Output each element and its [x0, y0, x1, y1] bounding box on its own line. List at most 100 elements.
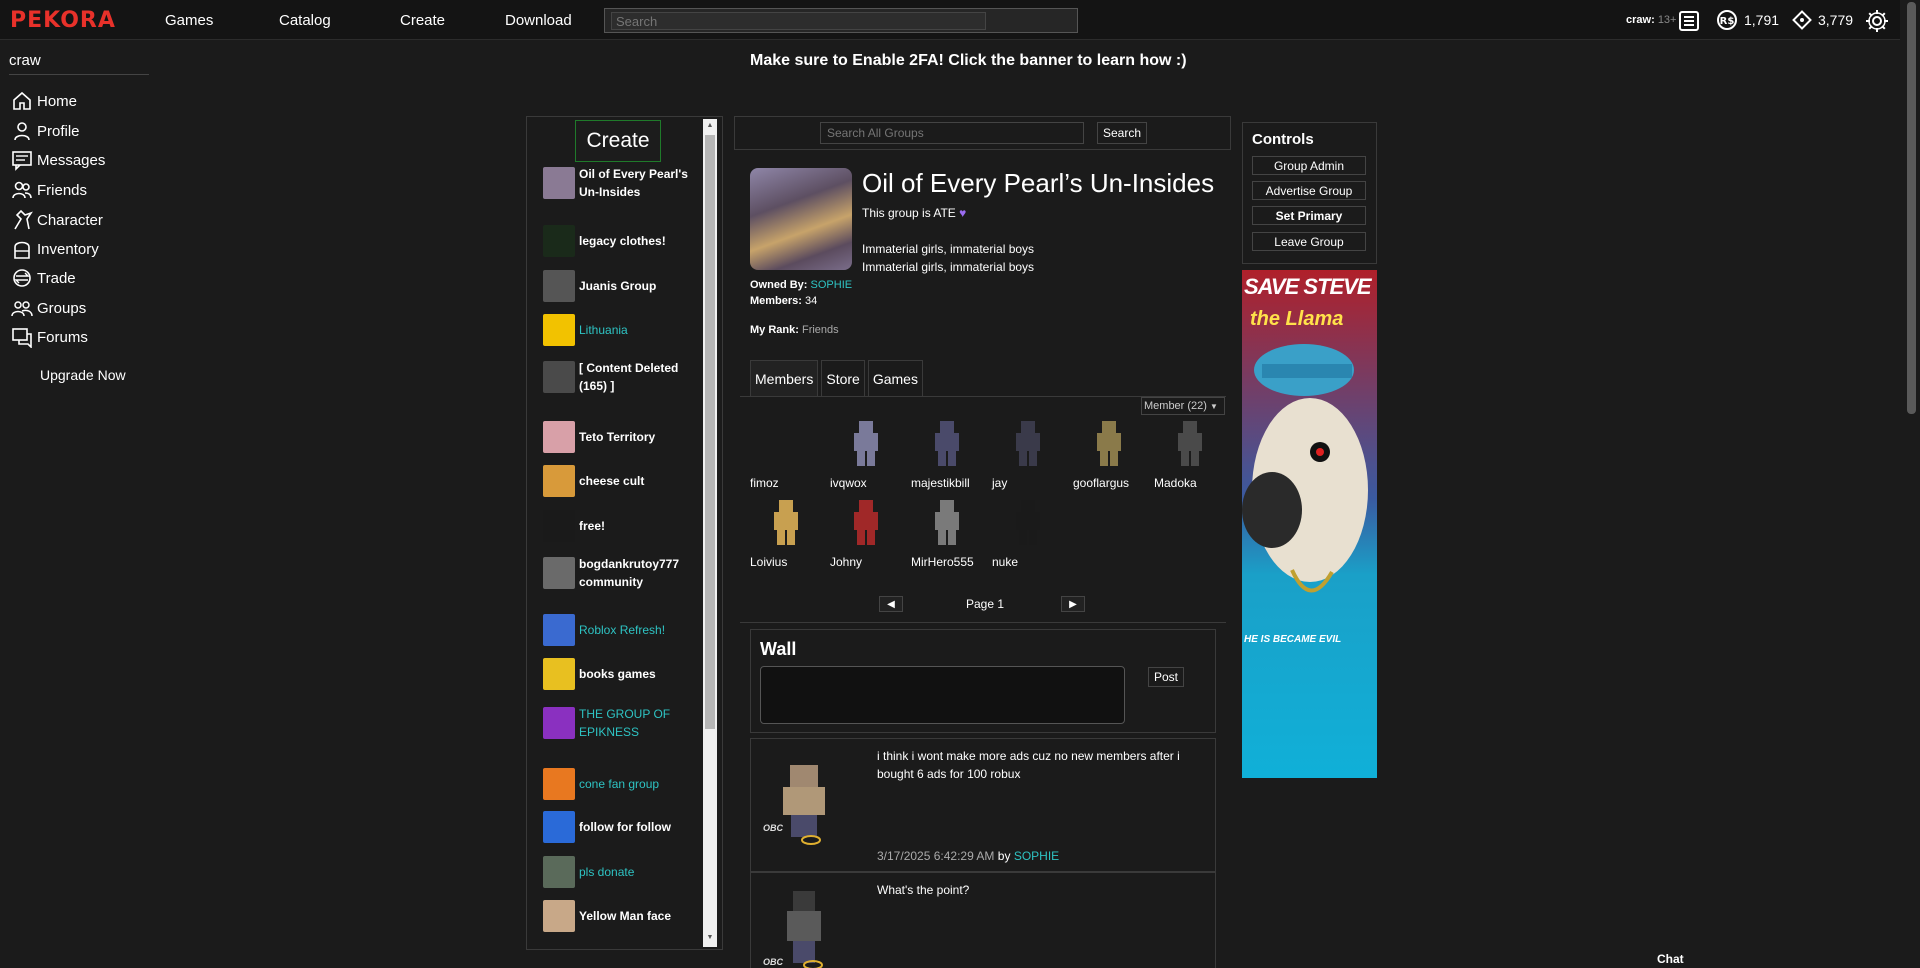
group-list-name[interactable]: Teto Territory	[579, 428, 655, 446]
group-thumbnail[interactable]	[543, 510, 575, 542]
group-list-name[interactable]: legacy clothes!	[579, 232, 666, 250]
prev-page-button[interactable]: ◀	[879, 596, 903, 612]
member-name[interactable]: Loivius	[750, 555, 820, 569]
group-list-item[interactable]: bogdankrutoy777 community	[543, 555, 698, 591]
group-list-name[interactable]: Yellow Man face	[579, 907, 671, 925]
tab-games[interactable]: Games	[867, 360, 923, 396]
member-name[interactable]: gooflargus	[1073, 476, 1143, 490]
sidebar-item-inventory[interactable]: Inventory	[10, 237, 99, 261]
group-list-item[interactable]: Roblox Refresh!	[543, 614, 698, 646]
member-card[interactable]: gooflargus	[1073, 418, 1143, 490]
group-thumbnail[interactable]	[543, 557, 575, 589]
notifications-list-icon[interactable]	[1678, 10, 1700, 35]
member-card[interactable]: Johny	[830, 497, 900, 569]
group-list-name[interactable]: cone fan group	[579, 775, 659, 793]
post-author-link[interactable]: SOPHIE	[1014, 849, 1059, 863]
tab-members[interactable]: Members	[750, 360, 819, 396]
group-thumbnail[interactable]	[543, 225, 575, 257]
top-username[interactable]: craw: 13+	[1626, 14, 1676, 26]
group-admin-button[interactable]: Group Admin	[1252, 156, 1366, 175]
group-list-name[interactable]: [ Content Deleted (165) ]	[579, 359, 678, 395]
sidebar-username[interactable]: craw	[9, 52, 41, 69]
member-name[interactable]: jay	[992, 476, 1062, 490]
member-card[interactable]: MirHero555	[911, 497, 981, 569]
group-list-name[interactable]: Roblox Refresh!	[579, 621, 665, 639]
group-list-item[interactable]: Oil of Every Pearl's Un-Insides	[543, 165, 698, 201]
member-card[interactable]: fimoz	[750, 418, 820, 490]
member-avatar[interactable]	[1002, 497, 1054, 549]
member-card[interactable]: Loivius	[750, 497, 820, 569]
group-thumbnail[interactable]	[543, 465, 575, 497]
member-avatar[interactable]	[921, 497, 973, 549]
sidebar-item-trade[interactable]: Trade	[10, 266, 76, 290]
owner-link[interactable]: SOPHIE	[811, 279, 853, 291]
sidebar-item-forums[interactable]: Forums	[10, 325, 88, 349]
group-list-name[interactable]: cheese cult	[579, 472, 644, 490]
group-thumbnail[interactable]	[543, 167, 575, 199]
tickets-icon[interactable]	[1791, 9, 1813, 34]
member-avatar[interactable]	[760, 418, 812, 470]
group-list-item[interactable]: cheese cult	[543, 465, 698, 497]
group-list-item[interactable]: Lithuania	[543, 314, 698, 346]
create-group-button[interactable]: Create	[575, 120, 661, 162]
group-thumbnail[interactable]	[543, 614, 575, 646]
group-list-item[interactable]: legacy clothes!	[543, 225, 698, 257]
twofa-banner[interactable]: Make sure to Enable 2FA! Click the banne…	[750, 52, 1187, 70]
group-list-item[interactable]: [ Content Deleted (165) ]	[543, 359, 698, 395]
robux-icon[interactable]: R$	[1716, 9, 1738, 34]
scroll-up-arrow[interactable]: ▲	[705, 121, 715, 131]
scroll-thumb[interactable]	[705, 135, 715, 729]
group-list-item[interactable]: Teto Territory	[543, 421, 698, 453]
group-thumbnail[interactable]	[543, 768, 575, 800]
group-thumbnail[interactable]	[543, 811, 575, 843]
group-list-name[interactable]: pls donate	[579, 863, 634, 881]
member-avatar[interactable]	[1083, 418, 1135, 470]
member-card[interactable]: nuke	[992, 497, 1062, 569]
sidebar-ad[interactable]: SAVE STEVE the Llama HE IS BECAME EVIL	[1242, 270, 1377, 778]
member-card[interactable]: ivqwox	[830, 418, 900, 490]
chat-button[interactable]: Chat	[1657, 952, 1684, 966]
settings-gear-icon[interactable]	[1865, 9, 1889, 36]
member-avatar[interactable]	[1164, 418, 1216, 470]
group-list-name[interactable]: books games	[579, 665, 656, 683]
member-avatar[interactable]	[840, 497, 892, 549]
sidebar-item-home[interactable]: Home	[10, 89, 77, 113]
member-name[interactable]: fimoz	[750, 476, 820, 490]
group-list-item[interactable]: cone fan group	[543, 768, 698, 800]
role-select-dropdown[interactable]: Member (22) ▼	[1141, 397, 1225, 415]
site-logo[interactable]: PEKORA	[10, 8, 116, 33]
member-name[interactable]: ivqwox	[830, 476, 900, 490]
group-list-name[interactable]: Juanis Group	[579, 277, 656, 295]
set-primary-button[interactable]: Set Primary	[1252, 206, 1366, 225]
group-list-name[interactable]: THE GROUP OF EPIKNESS	[579, 705, 670, 741]
group-list-name[interactable]: Lithuania	[579, 321, 628, 339]
group-list-item[interactable]: follow for follow	[543, 811, 698, 843]
group-list-scrollbar[interactable]: ▲ ▼	[703, 119, 717, 947]
leave-group-button[interactable]: Leave Group	[1252, 232, 1366, 251]
member-card[interactable]: majestikbill	[911, 418, 981, 490]
member-name[interactable]: majestikbill	[911, 476, 981, 490]
group-thumbnail[interactable]	[543, 900, 575, 932]
group-list-item[interactable]: Juanis Group	[543, 270, 698, 302]
sidebar-item-friends[interactable]: Friends	[10, 178, 87, 202]
group-list-name[interactable]: bogdankrutoy777 community	[579, 555, 679, 591]
group-list-name[interactable]: free!	[579, 517, 605, 535]
group-thumbnail[interactable]	[543, 707, 575, 739]
group-list-item[interactable]: THE GROUP OF EPIKNESS	[543, 705, 698, 741]
group-thumbnail[interactable]	[543, 314, 575, 346]
scroll-down-arrow[interactable]: ▼	[705, 933, 715, 943]
group-list-item[interactable]: pls donate	[543, 856, 698, 888]
member-name[interactable]: Madoka	[1154, 476, 1224, 490]
group-list-item[interactable]: books games	[543, 658, 698, 690]
nav-games[interactable]: Games	[165, 12, 213, 29]
group-list-name[interactable]: follow for follow	[579, 818, 671, 836]
next-page-button[interactable]: ▶	[1061, 596, 1085, 612]
member-name[interactable]: nuke	[992, 555, 1062, 569]
group-thumbnail[interactable]	[543, 421, 575, 453]
member-avatar[interactable]	[921, 418, 973, 470]
group-list-name[interactable]: Oil of Every Pearl's Un-Insides	[579, 165, 688, 201]
member-avatar[interactable]	[1002, 418, 1054, 470]
group-thumbnail[interactable]	[543, 270, 575, 302]
member-name[interactable]: MirHero555	[911, 555, 981, 569]
group-thumbnail[interactable]	[543, 856, 575, 888]
